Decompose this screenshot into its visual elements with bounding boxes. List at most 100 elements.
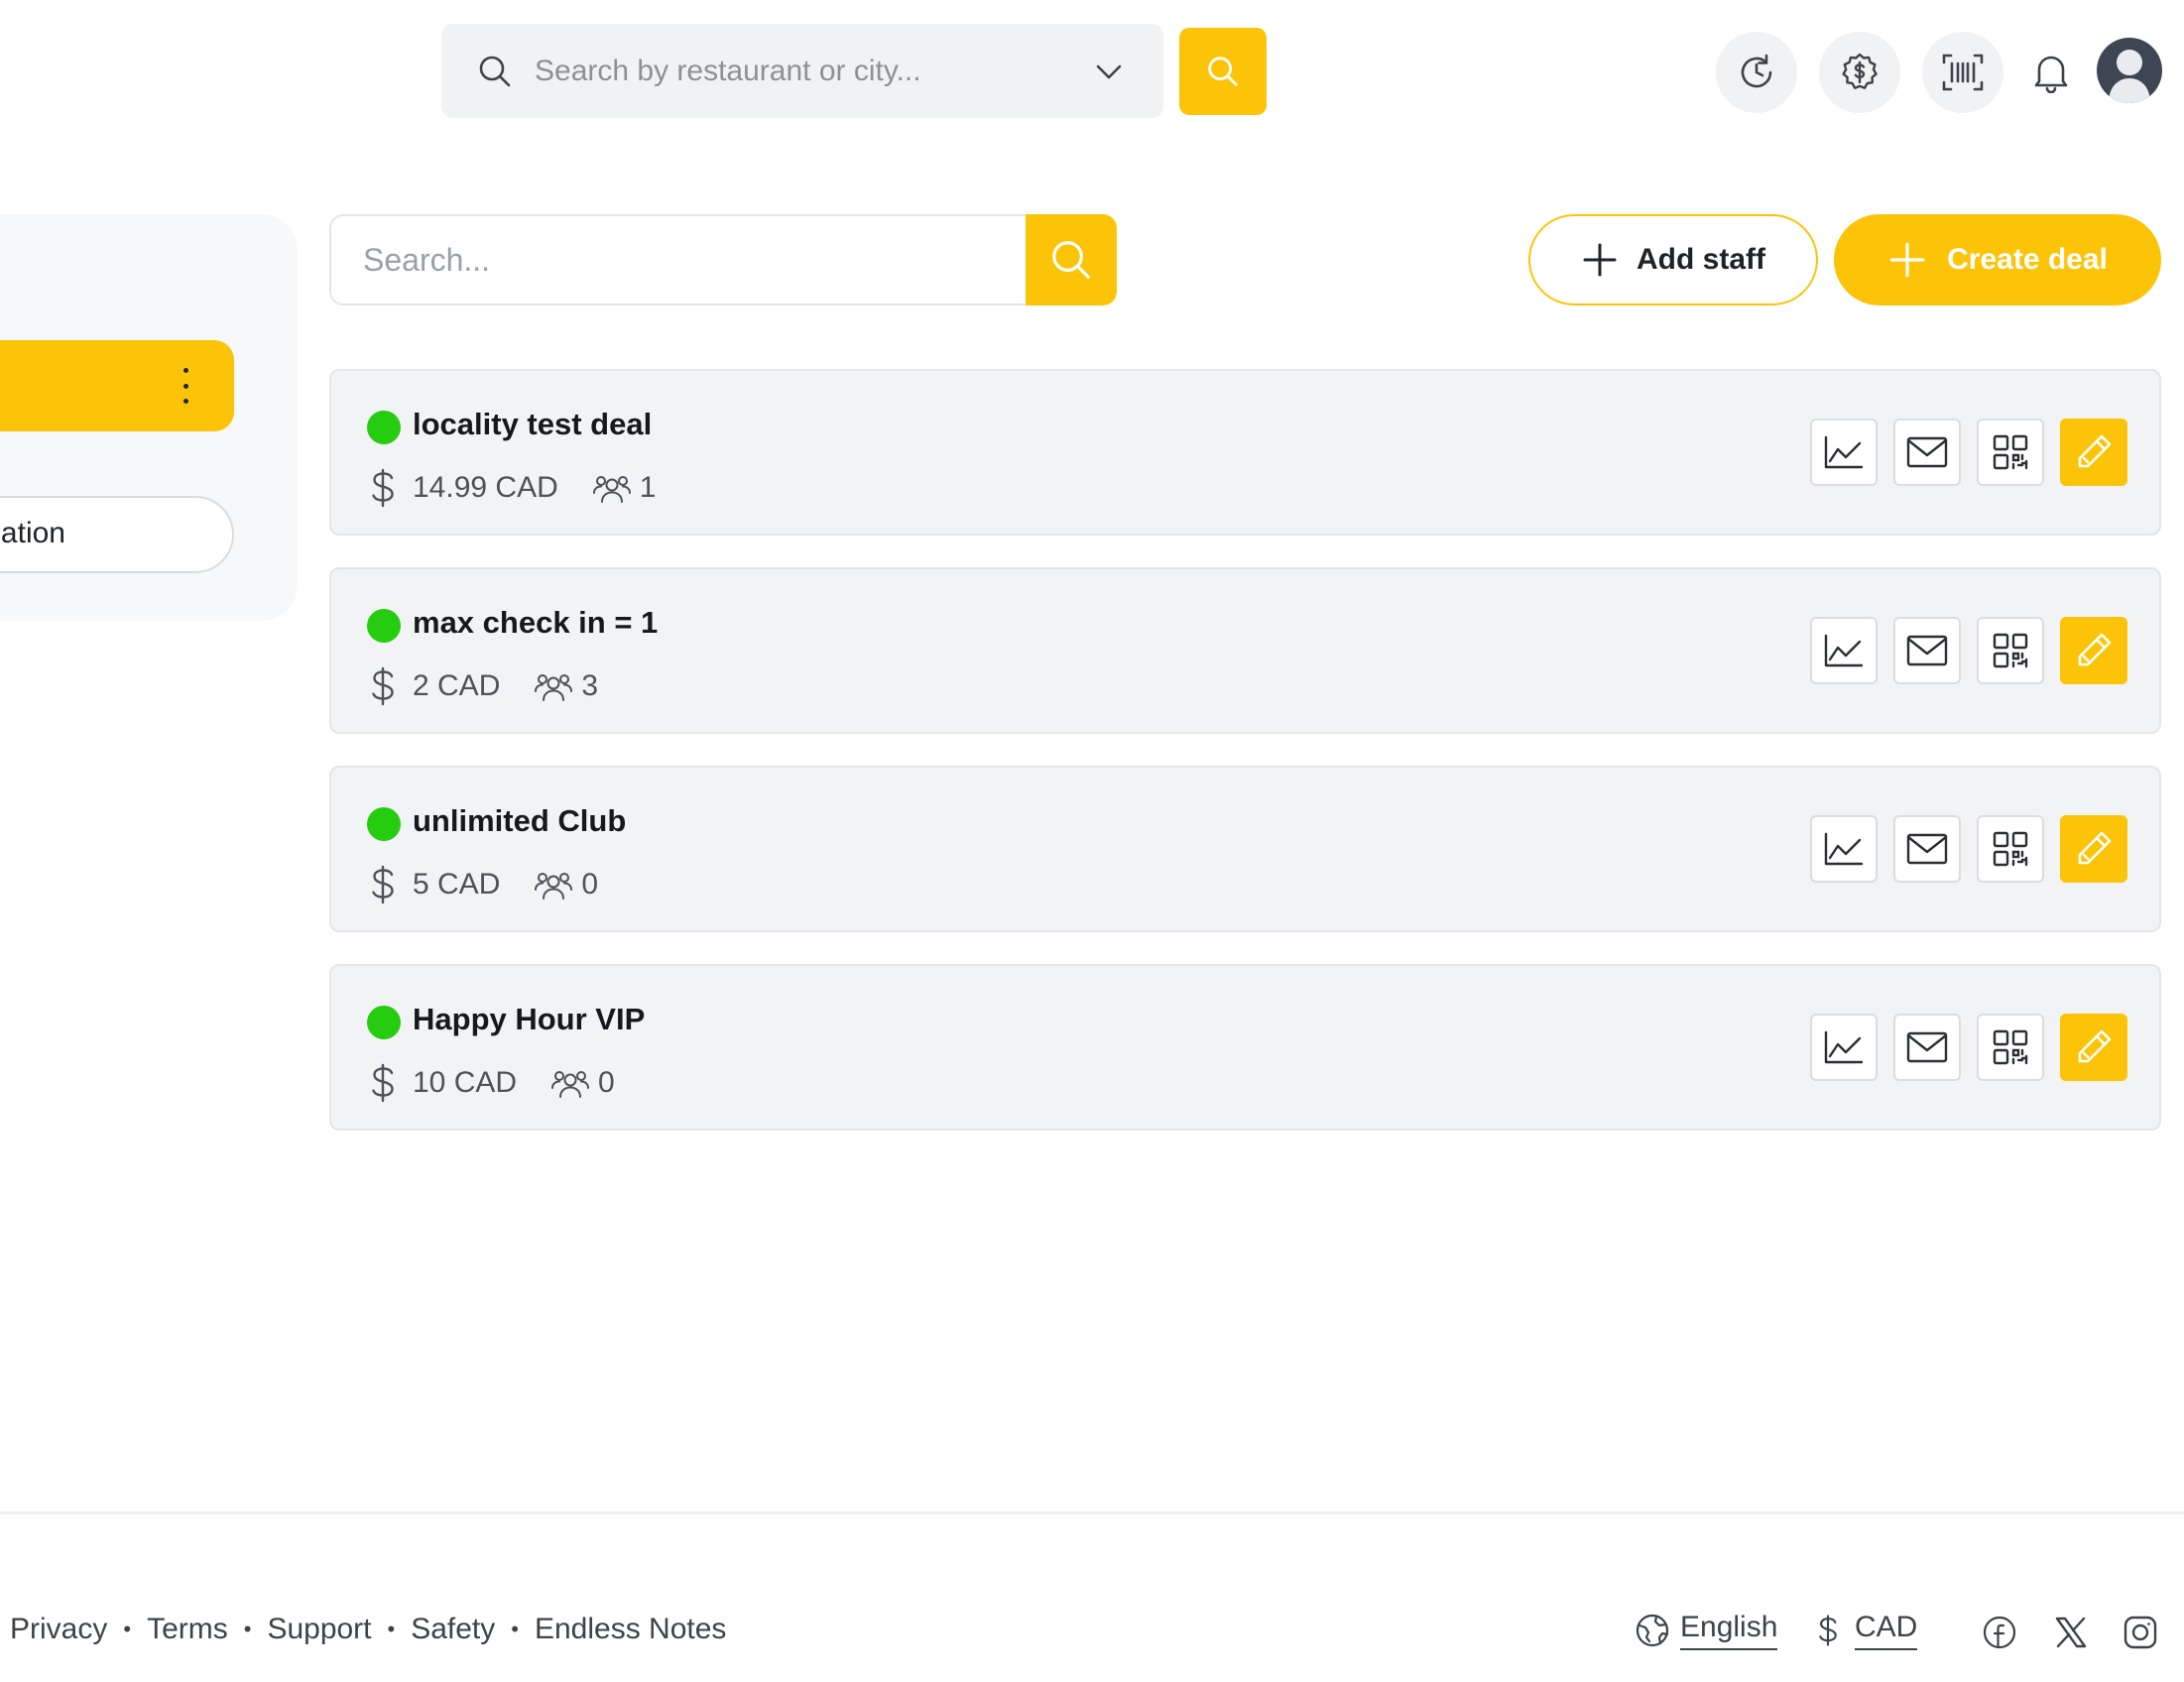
- qr-code-button[interactable]: [1977, 419, 2044, 486]
- history-button[interactable]: [1716, 32, 1797, 113]
- dollar-icon: [372, 468, 394, 508]
- deal-actions: [1810, 1014, 2127, 1081]
- add-staff-button[interactable]: Add staff: [1528, 214, 1818, 305]
- deal-search-button[interactable]: [1026, 214, 1117, 305]
- footer-separator: •: [387, 1617, 396, 1641]
- email-button[interactable]: [1893, 1014, 1961, 1081]
- dollar-icon: [372, 666, 394, 706]
- mail-icon: [1906, 436, 1948, 468]
- scan-button[interactable]: [1922, 32, 2003, 113]
- edit-button[interactable]: [2060, 1014, 2127, 1081]
- currency-label: CAD: [1855, 1611, 1918, 1650]
- footer-link-terms[interactable]: Terms: [147, 1613, 228, 1646]
- dollar-icon: [372, 865, 394, 904]
- search-icon: [1208, 57, 1238, 86]
- mail-icon: [1906, 833, 1948, 865]
- deal-card[interactable]: max check in = 1 2 CAD 3: [329, 567, 2161, 734]
- deal-members: 3: [581, 669, 599, 702]
- deal-price: 14.99 CAD: [413, 471, 558, 504]
- bell-icon[interactable]: [2029, 50, 2073, 93]
- qr-code-icon: [1993, 1029, 2028, 1065]
- barcode-icon: [1942, 54, 1984, 91]
- footer-separator: •: [123, 1617, 132, 1641]
- sidebar-active-item[interactable]: [0, 340, 234, 431]
- qr-code-button[interactable]: [1977, 815, 2044, 883]
- users-icon: [551, 1071, 590, 1098]
- deal-search[interactable]: [329, 214, 1026, 305]
- qr-code-button[interactable]: [1977, 617, 2044, 684]
- restaurant-search-button[interactable]: [1179, 28, 1267, 115]
- deal-actions: [1810, 617, 2127, 684]
- email-button[interactable]: [1893, 617, 1961, 684]
- restaurant-search-input[interactable]: [535, 54, 1092, 88]
- more-options-icon[interactable]: [173, 364, 198, 408]
- mail-icon: [1906, 1031, 1948, 1063]
- deal-card[interactable]: Happy Hour VIP 10 CAD 0: [329, 964, 2161, 1131]
- instagram-icon[interactable]: [2123, 1615, 2158, 1650]
- restaurant-search[interactable]: [441, 24, 1163, 118]
- qr-code-icon: [1993, 434, 2028, 470]
- dollar-badge-icon: [1842, 53, 1878, 89]
- pencil-icon: [2078, 1029, 2112, 1063]
- mail-icon: [1906, 635, 1948, 666]
- chevron-down-icon[interactable]: [1092, 55, 1126, 88]
- qr-code-icon: [1993, 831, 2028, 867]
- qr-code-icon: [1993, 633, 2028, 668]
- currency-selector[interactable]: CAD: [1815, 1611, 1918, 1650]
- location-label: Location: [0, 517, 65, 549]
- footer-link-privacy[interactable]: Privacy: [10, 1613, 107, 1646]
- edit-button[interactable]: [2060, 617, 2127, 684]
- avatar[interactable]: [2097, 38, 2162, 103]
- deal-meta: 2 CAD 3: [367, 664, 598, 708]
- dollar-icon: [372, 1063, 394, 1103]
- deal-meta: 10 CAD 0: [367, 1061, 615, 1105]
- add-staff-label: Add staff: [1637, 243, 1765, 276]
- footer-link-endless-notes[interactable]: Endless Notes: [535, 1613, 726, 1646]
- qr-code-button[interactable]: [1977, 1014, 2044, 1081]
- deal-members: 0: [581, 868, 599, 901]
- email-button[interactable]: [1893, 419, 1961, 486]
- footer-link-safety[interactable]: Safety: [411, 1613, 495, 1646]
- edit-button[interactable]: [2060, 419, 2127, 486]
- location-button[interactable]: Location: [0, 496, 234, 573]
- stats-button[interactable]: [1810, 617, 1878, 684]
- deal-price: 2 CAD: [413, 669, 501, 702]
- pencil-icon: [2078, 633, 2112, 666]
- language-selector[interactable]: English: [1635, 1611, 1778, 1650]
- users-icon: [592, 476, 631, 503]
- status-indicator: [367, 411, 401, 444]
- footer-divider: [0, 1511, 2184, 1514]
- deal-name: locality test deal: [413, 407, 653, 441]
- dollar-icon: [1819, 1615, 1837, 1646]
- footer-link-support[interactable]: Support: [267, 1613, 371, 1646]
- user-avatar-icon: [2109, 50, 2150, 103]
- deal-members: 1: [639, 471, 657, 504]
- x-icon[interactable]: [2053, 1615, 2089, 1650]
- create-deal-label: Create deal: [1947, 243, 2108, 276]
- deal-list: locality test deal 14.99 CAD 1 max check…: [329, 369, 2161, 1162]
- create-deal-button[interactable]: Create deal: [1834, 214, 2161, 305]
- facebook-icon[interactable]: [1982, 1615, 2017, 1650]
- line-chart-icon: [1824, 435, 1864, 469]
- edit-button[interactable]: [2060, 815, 2127, 883]
- payments-button[interactable]: [1819, 32, 1900, 113]
- deal-price: 5 CAD: [413, 868, 501, 901]
- deal-card[interactable]: unlimited Club 5 CAD 0: [329, 766, 2161, 932]
- search-icon: [479, 56, 511, 86]
- stats-button[interactable]: [1810, 815, 1878, 883]
- stats-button[interactable]: [1810, 1014, 1878, 1081]
- stats-button[interactable]: [1810, 419, 1878, 486]
- pencil-icon: [2078, 831, 2112, 865]
- users-icon: [535, 674, 573, 701]
- footer-separator: •: [511, 1617, 519, 1641]
- plus-icon: [1583, 243, 1617, 277]
- language-label: English: [1680, 1611, 1778, 1650]
- email-button[interactable]: [1893, 815, 1961, 883]
- history-icon: [1741, 54, 1772, 88]
- footer-separator: •: [243, 1617, 252, 1641]
- deal-card[interactable]: locality test deal 14.99 CAD 1: [329, 369, 2161, 536]
- deal-name: max check in = 1: [413, 605, 659, 640]
- deal-search-input[interactable]: [363, 241, 1026, 279]
- line-chart-icon: [1824, 832, 1864, 866]
- status-indicator: [367, 807, 401, 841]
